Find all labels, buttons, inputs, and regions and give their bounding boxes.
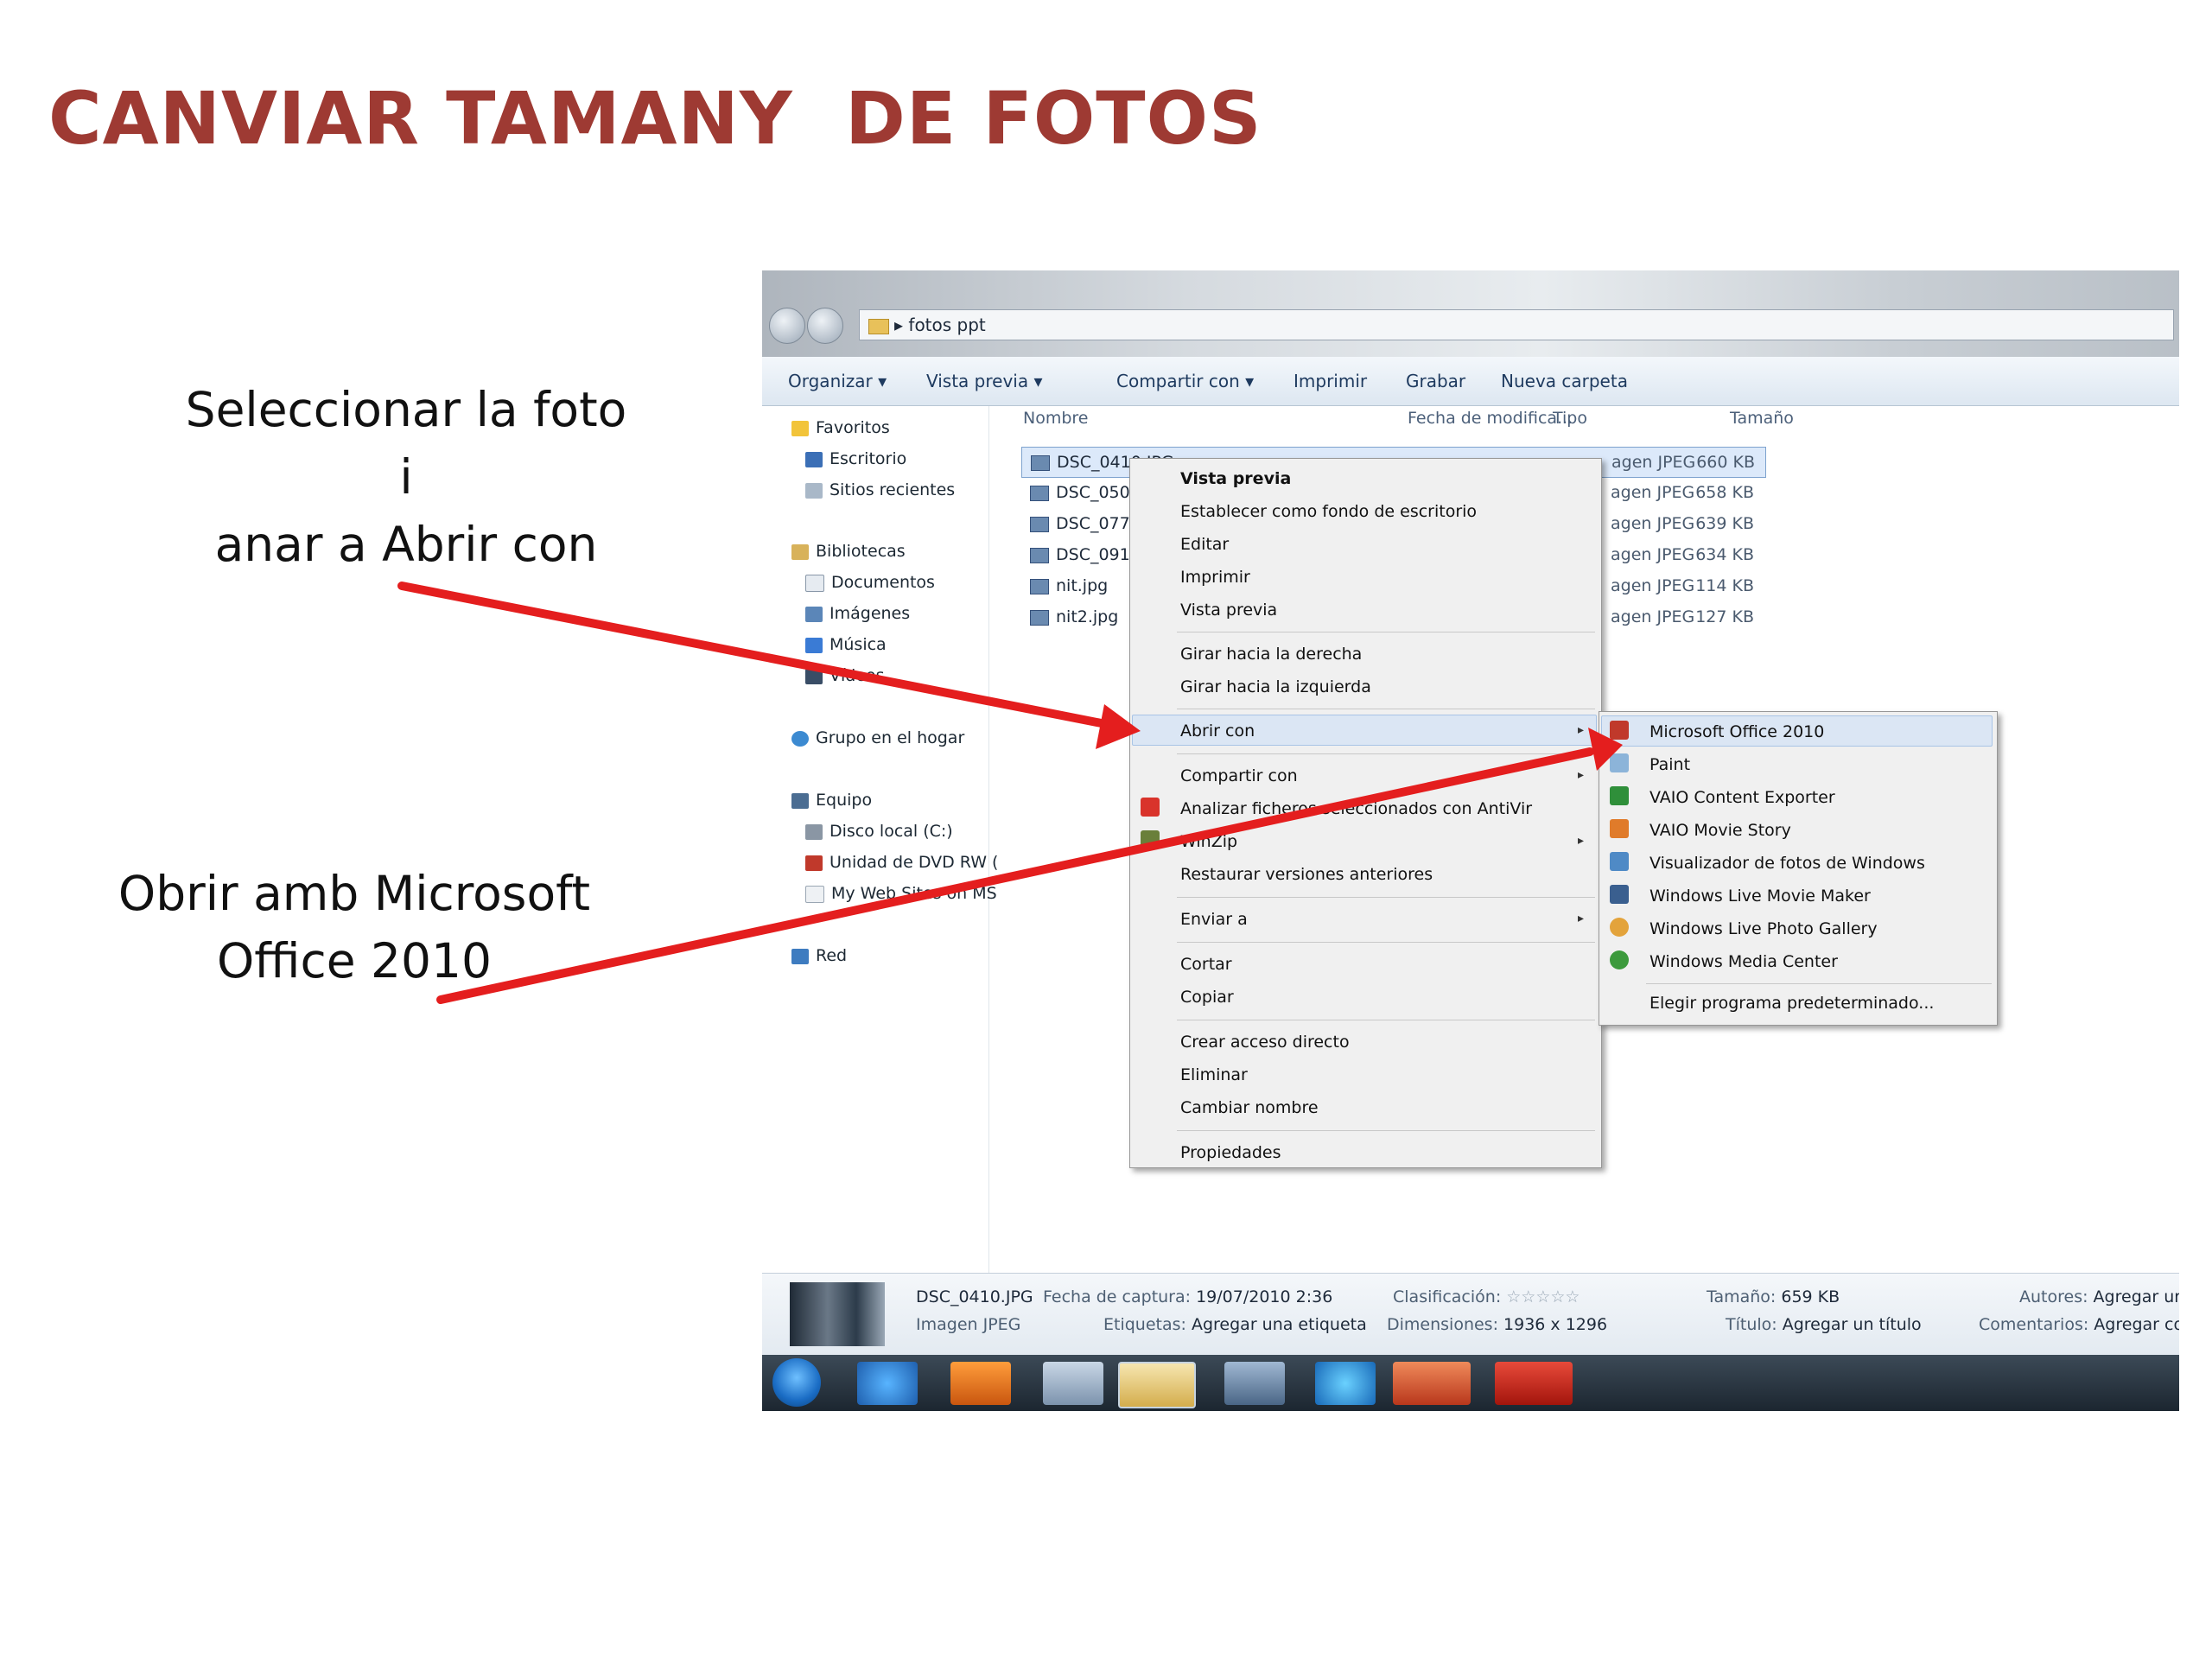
- arrow-to-open-with: [397, 582, 1123, 731]
- arrow-to-office: [436, 747, 1594, 1004]
- arrowhead: [1588, 728, 1623, 771]
- annotation-arrows: [397, 582, 1623, 1004]
- arrowhead: [1096, 704, 1141, 749]
